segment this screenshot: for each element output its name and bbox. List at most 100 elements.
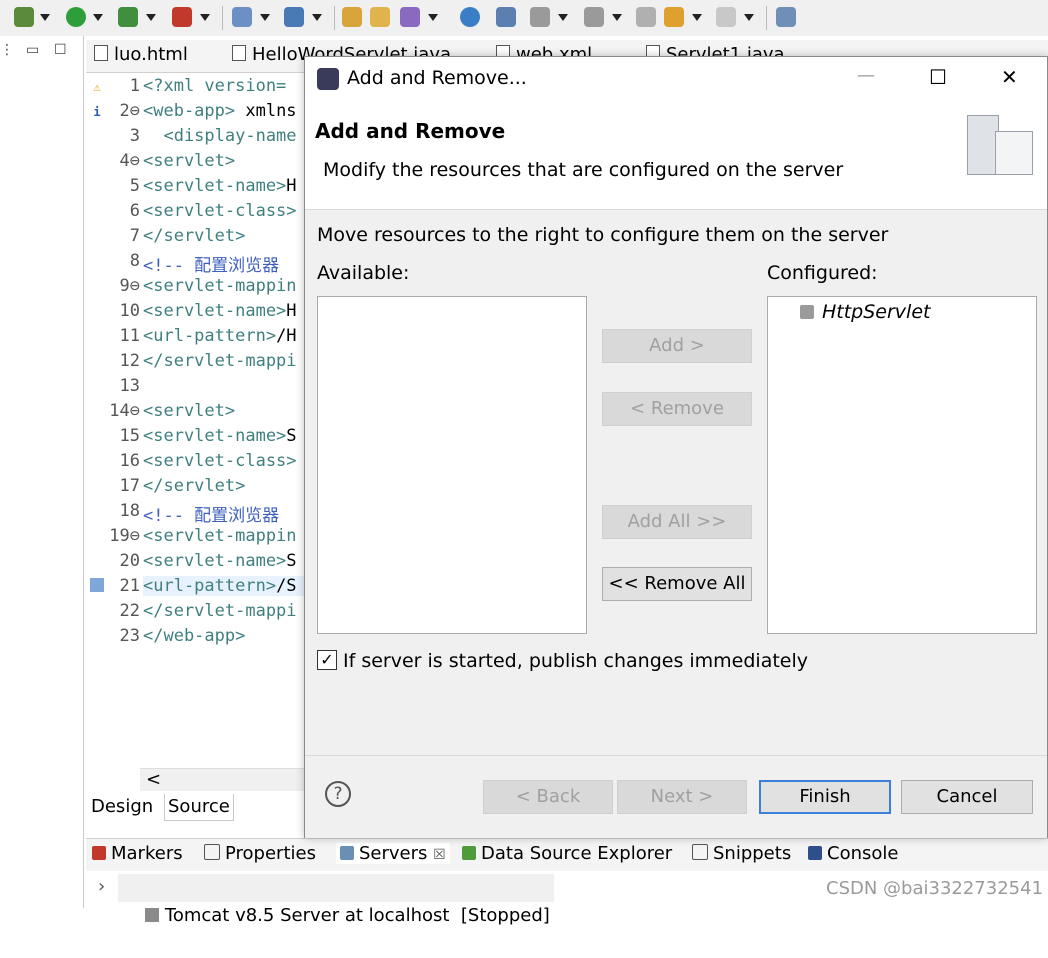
prev-annotation-dropdown-icon[interactable]	[612, 14, 622, 21]
web-browser-icon[interactable]	[460, 7, 480, 27]
pin-editor-icon[interactable]	[776, 7, 796, 27]
code-editor[interactable]: ⚠ i 1 <?xml version= 2⊖ <web-app> xmlns 3 <d…	[86, 73, 308, 768]
server-entry[interactable]: Tomcat v8.5 Server at localhost [Stopped…	[118, 874, 554, 926]
code-line[interactable]: <!-- 配置浏览器	[143, 251, 279, 276]
configured-item[interactable]: HttpServlet	[800, 301, 930, 323]
tab-markers[interactable]: Markers	[92, 843, 183, 864]
remove-all-button[interactable]: << Remove All	[602, 567, 752, 601]
code-token: <servlet-mappin	[143, 276, 297, 296]
tab-luo-html[interactable]: luo.html	[94, 44, 188, 70]
line-number: 22	[119, 601, 140, 621]
tab-data-source-explorer[interactable]: Data Source Explorer	[462, 843, 672, 864]
toolbar-separator	[222, 6, 223, 30]
code-line[interactable]: <servlet>	[143, 151, 235, 171]
help-icon[interactable]: ?	[325, 781, 351, 807]
back-button[interactable]: < Back	[483, 780, 613, 814]
line-number: 1	[129, 76, 140, 96]
tab-source[interactable]: Source	[164, 794, 234, 821]
code-line[interactable]: <servlet-mappin	[143, 276, 297, 296]
code-line[interactable]: </servlet>	[143, 226, 245, 246]
next-button[interactable]: Next >	[617, 780, 747, 814]
code-line[interactable]: </servlet>	[143, 476, 245, 496]
code-line[interactable]: <servlet-class>	[143, 201, 297, 221]
line-number: 10	[119, 301, 140, 321]
close-icon[interactable]: ✕	[1001, 65, 1018, 89]
console-icon	[808, 846, 822, 860]
next-annotation-dropdown-icon[interactable]	[558, 14, 568, 21]
close-tab-icon[interactable]: ☒	[433, 847, 446, 863]
configured-list[interactable]: HttpServlet	[767, 296, 1037, 634]
line-number: 17	[119, 476, 140, 496]
toolbar-separator	[766, 6, 767, 30]
code-line[interactable]: <!-- 配置浏览器	[143, 501, 279, 526]
new-wizard-icon[interactable]	[232, 7, 252, 27]
server-list: › Tomcat v8.5 Server at localhost [Stopp…	[86, 872, 1048, 926]
add-button[interactable]: Add >	[602, 329, 752, 363]
code-line[interactable]: <servlet-name>S	[143, 426, 297, 446]
document-illustration-icon	[995, 131, 1033, 175]
forward-dropdown-icon[interactable]	[744, 14, 754, 21]
open-folder-icon[interactable]	[370, 7, 390, 27]
run-server-icon[interactable]	[118, 7, 138, 27]
publish-checkbox-label[interactable]: If server is started, publish changes im…	[343, 650, 808, 672]
code-token: <servlet-name>	[143, 301, 287, 321]
scroll-left-icon[interactable]: <	[146, 769, 161, 790]
code-line[interactable]: <url-pattern>/H	[143, 326, 297, 346]
run-icon[interactable]	[66, 7, 86, 27]
prev-annotation-icon[interactable]	[584, 7, 604, 27]
snippets-icon	[692, 844, 708, 860]
code-line[interactable]: <web-app> xmlns	[143, 101, 297, 121]
code-line[interactable]: </servlet-mappi	[143, 351, 297, 371]
code-line[interactable]: <servlet-name>H	[143, 301, 297, 321]
external-tools-icon[interactable]	[172, 7, 192, 27]
line-number: 7	[129, 226, 140, 246]
cancel-button[interactable]: Cancel	[901, 780, 1033, 814]
tab-properties[interactable]: Properties	[204, 843, 316, 864]
tab-console[interactable]: Console	[808, 843, 898, 864]
new-class-dropdown-icon[interactable]	[312, 14, 322, 21]
code-line[interactable]: <?xml version=	[143, 76, 286, 96]
run-server-dropdown-icon[interactable]	[146, 14, 156, 21]
search-dropdown-icon[interactable]	[428, 14, 438, 21]
line-number: 6	[129, 201, 140, 221]
code-line[interactable]: </servlet-mappi	[143, 601, 297, 621]
publish-checkbox[interactable]: ✓	[317, 650, 337, 670]
back-dropdown-icon[interactable]	[692, 14, 702, 21]
next-annotation-icon[interactable]	[530, 7, 550, 27]
new-class-icon[interactable]	[284, 7, 304, 27]
code-token: H	[286, 176, 297, 196]
debug-dropdown-icon[interactable]	[40, 14, 50, 21]
code-line[interactable]: <servlet-class>	[143, 451, 297, 471]
external-tools-dropdown-icon[interactable]	[200, 14, 210, 21]
code-line[interactable]: <servlet-name>S	[143, 551, 297, 571]
maximize-icon[interactable]: ☐	[929, 65, 947, 89]
view-menu-icon[interactable]: ⋮	[0, 42, 14, 58]
code-line[interactable]: <servlet-name>H	[143, 176, 297, 196]
code-line[interactable]: <servlet-mappin	[143, 526, 297, 546]
annotation-icon[interactable]	[496, 7, 516, 27]
run-dropdown-icon[interactable]	[93, 14, 103, 21]
forward-icon[interactable]	[716, 7, 736, 27]
add-all-button[interactable]: Add All >>	[602, 505, 752, 539]
code-line[interactable]: <display-name	[143, 126, 296, 146]
tab-snippets[interactable]: Snippets	[692, 843, 791, 864]
remove-button[interactable]: < Remove	[602, 392, 752, 426]
search-icon[interactable]	[400, 7, 420, 27]
open-type-icon[interactable]	[342, 7, 362, 27]
new-wizard-dropdown-icon[interactable]	[260, 14, 270, 21]
code-line[interactable]: <servlet>	[143, 401, 235, 421]
horizontal-scrollbar[interactable]: <	[140, 768, 306, 791]
available-list[interactable]	[317, 296, 587, 634]
finish-button[interactable]: Finish	[759, 780, 891, 814]
expand-chevron-icon[interactable]: ›	[98, 876, 105, 897]
minimize-icon[interactable]: ▭	[26, 42, 39, 58]
tab-design[interactable]: Design	[88, 794, 156, 820]
code-line[interactable]: </web-app>	[143, 626, 245, 646]
minimize-icon[interactable]: —	[857, 65, 875, 86]
code-line[interactable]: <url-pattern>/S	[143, 576, 308, 596]
last-edit-icon[interactable]	[636, 7, 656, 27]
maximize-icon[interactable]: ☐	[54, 42, 67, 58]
back-icon[interactable]	[664, 7, 684, 27]
tab-servers[interactable]: Servers ☒	[336, 843, 450, 864]
debug-icon[interactable]	[14, 7, 34, 27]
